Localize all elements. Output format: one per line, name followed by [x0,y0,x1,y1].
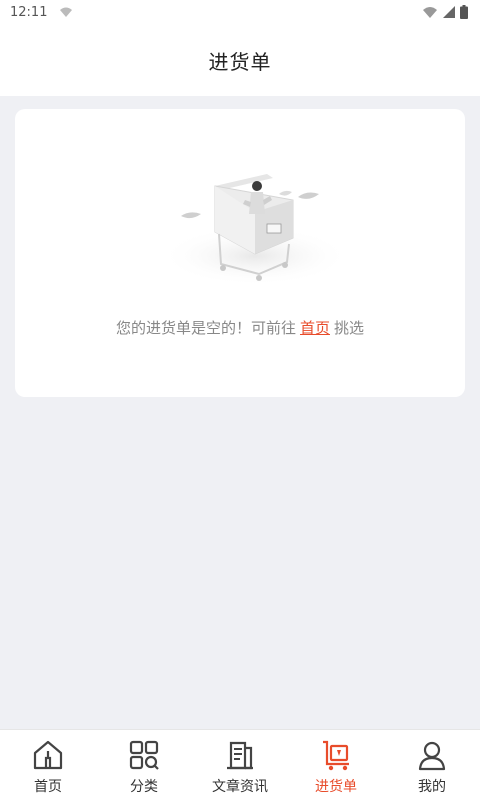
tab-category[interactable]: 分类 [96,730,192,801]
tab-profile-label: 我的 [418,779,446,795]
tab-articles-label: 文章资讯 [212,779,268,795]
bottom-tab-bar: 首页 分类 文章资讯 进货单 我的 [0,729,480,801]
tab-home[interactable]: 首页 [0,730,96,801]
wifi-off-icon [60,7,73,17]
tab-home-label: 首页 [34,779,62,795]
category-icon [129,740,159,770]
empty-message: 您的进货单是空的！可前往 首页 挑选 [15,317,465,338]
wifi-icon [423,7,437,18]
page-title: 进货单 [208,49,272,74]
cart-icon [323,740,349,771]
tab-cart-label: 进货单 [315,779,357,795]
page-header: 进货单 [0,24,480,96]
empty-message-prefix: 您的进货单是空的！可前往 [115,319,296,337]
tab-category-label: 分类 [130,779,158,795]
battery-icon [460,5,468,19]
empty-cart-illustration [160,174,350,286]
tab-profile[interactable]: 我的 [384,730,480,801]
status-time: 12:11 [10,4,48,20]
article-icon [227,741,253,770]
home-icon [33,740,63,770]
home-link[interactable]: 首页 [300,319,330,337]
signal-icon [443,6,455,18]
empty-cart-card: 您的进货单是空的！可前往 首页 挑选 [15,109,465,397]
tab-cart[interactable]: 进货单 [288,730,384,801]
profile-icon [418,741,446,771]
status-bar: 12:11 [0,0,480,24]
empty-message-suffix: 挑选 [334,319,365,337]
tab-articles[interactable]: 文章资讯 [192,730,288,801]
